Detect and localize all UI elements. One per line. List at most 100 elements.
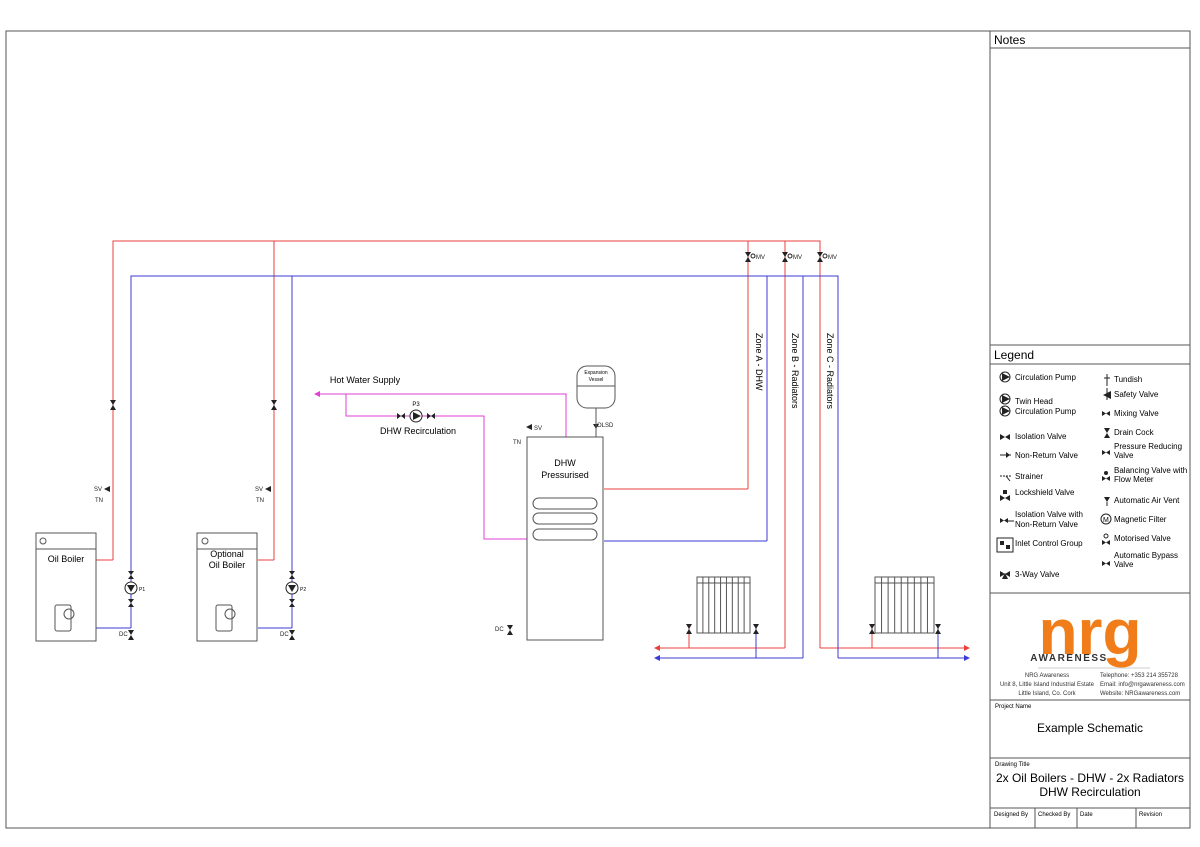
inlet-control-group-icon <box>996 537 1014 553</box>
svg-text:DC: DC <box>280 632 289 638</box>
svg-text:SV: SV <box>94 487 102 493</box>
svg-text:Telephone: +353 214 355728: Telephone: +353 214 355728 <box>1100 673 1179 679</box>
svg-text:Magnetic Filter: Magnetic Filter <box>1114 515 1167 524</box>
oil-boiler-1-label: Oil Boiler <box>48 554 85 564</box>
svg-text:MV: MV <box>793 255 802 261</box>
svg-text:MV: MV <box>756 255 765 261</box>
svg-text:Isolation Valve with: Isolation Valve with <box>1015 510 1083 519</box>
svg-text:Automatic Bypass: Automatic Bypass <box>1114 551 1178 560</box>
non-return-valve-icon <box>1000 452 1011 458</box>
svg-text:TN: TN <box>95 498 103 504</box>
dhw-cylinder-label-2: Pressurised <box>541 470 589 480</box>
svg-text:Isolation Valve: Isolation Valve <box>1015 432 1067 441</box>
svg-text:DC: DC <box>119 632 128 638</box>
svg-text:Valve: Valve <box>1114 451 1134 460</box>
drain-cocks: DC DC DC <box>119 625 513 640</box>
oil-boiler-1: Oil Boiler <box>35 532 97 642</box>
svg-text:TN: TN <box>513 440 521 446</box>
flow-arrow-right <box>964 645 970 651</box>
flow-arrow-left <box>654 645 660 651</box>
svg-text:Non-Return Valve: Non-Return Valve <box>1015 451 1079 460</box>
pressure-reducing-valve-icon <box>1102 450 1110 455</box>
svg-text:Website: NRGawareness.com: Website: NRGawareness.com <box>1100 691 1180 697</box>
notes-panel: Notes <box>990 33 1190 346</box>
svg-text:Inlet Control Group: Inlet Control Group <box>1015 539 1083 548</box>
svg-text:Circulation Pump: Circulation Pump <box>1015 407 1076 416</box>
notes-title: Notes <box>994 33 1025 47</box>
title-block: Project Name Example Schematic Drawing T… <box>990 704 1190 828</box>
motorised-valves: MV MV MV <box>745 252 837 262</box>
hot-water-supply-arrow <box>314 391 320 397</box>
legend-panel: Legend Circulation Pump Twin Head Circul… <box>990 348 1190 579</box>
svg-text:OLSD: OLSD <box>597 423 614 429</box>
svg-text:Checked By: Checked By <box>1038 812 1070 818</box>
project-name-label: Project Name <box>995 704 1032 710</box>
company-address: NRG Awareness Unit 8, Little Island Indu… <box>1000 673 1095 697</box>
drain-cock-icon <box>1104 428 1110 438</box>
legend-left-labels: Circulation Pump Twin Head Circulation P… <box>1015 373 1083 579</box>
signoff-row: Designed By Checked By Date Revision <box>994 812 1162 818</box>
svg-text:SV: SV <box>255 487 263 493</box>
svg-text:Safety Valve: Safety Valve <box>1114 390 1159 399</box>
svg-text:Email: info@nrgawareness.com: Email: info@nrgawareness.com <box>1100 682 1185 688</box>
strainer-icon <box>1000 475 1012 482</box>
return-arrow-left <box>654 655 660 661</box>
svg-text:Strainer: Strainer <box>1015 472 1043 481</box>
dhw-cylinder: DHW Pressurised <box>526 436 604 641</box>
drawing-title-line1: 2x Oil Boilers - DHW - 2x Radiators <box>996 771 1184 785</box>
company-contact: Telephone: +353 214 355728 Email: info@n… <box>1100 673 1185 697</box>
tundish-icon <box>1104 374 1110 386</box>
automatic-air-vent-icon <box>1104 497 1110 506</box>
svg-text:M: M <box>1103 517 1109 524</box>
drawing-title-line2: DHW Recirculation <box>1039 785 1140 799</box>
svg-text:Date: Date <box>1080 812 1093 818</box>
automatic-bypass-valve-icon <box>1102 561 1110 566</box>
svg-text:DC: DC <box>495 627 504 633</box>
svg-text:Twin Head: Twin Head <box>1015 397 1053 406</box>
drawing-title-label: Drawing Title <box>995 762 1030 768</box>
lockshield-valve-icon <box>1000 490 1010 501</box>
legend-title: Legend <box>994 348 1034 362</box>
svg-text:Flow Meter: Flow Meter <box>1114 475 1154 484</box>
mixing-valve-icon <box>1102 411 1110 416</box>
dhw-cylinder-label-1: DHW <box>554 458 576 468</box>
expansion-vessel: Expansion Vessel <box>576 365 616 409</box>
svg-text:Valve: Valve <box>1114 560 1134 569</box>
hot-water-supply-label: Hot Water Supply <box>330 375 401 385</box>
oil-boiler-2-label-2: Oil Boiler <box>209 560 246 570</box>
radiator-zone-c <box>874 576 935 634</box>
dhw-recirculation-label: DHW Recirculation <box>380 426 456 436</box>
expansion-vessel-label-2: Vessel <box>589 377 604 383</box>
svg-text:P1: P1 <box>139 587 145 593</box>
balancing-valve-icon <box>1102 471 1110 481</box>
motorised-valve-icon <box>1102 533 1110 545</box>
company-block: nrg AWARENESS NRG Awareness Unit 8, Litt… <box>990 592 1190 701</box>
svg-text:P3: P3 <box>412 402 420 408</box>
svg-text:TN: TN <box>256 498 264 504</box>
svg-text:NRG Awareness: NRG Awareness <box>1025 673 1069 679</box>
svg-text:P2: P2 <box>300 587 306 593</box>
zone-a-label: Zone A - DHW <box>754 333 764 391</box>
boiler-safety-valves: SV TN SV TN <box>94 400 277 504</box>
svg-text:Balancing Valve with: Balancing Valve with <box>1114 466 1187 475</box>
svg-text:Circulation Pump: Circulation Pump <box>1015 373 1076 382</box>
zone-b-label: Zone B - Radiators <box>790 333 800 409</box>
svg-text:Lockshield Valve: Lockshield Valve <box>1015 488 1075 497</box>
legend-right-labels: Tundish Safety Valve Mixing Valve Drain … <box>1114 375 1187 569</box>
isolation-non-return-valve-icon <box>1000 518 1014 523</box>
svg-text:SV: SV <box>534 426 542 432</box>
svg-text:Motorised Valve: Motorised Valve <box>1114 534 1171 543</box>
zone-c-label: Zone C - Radiators <box>825 333 835 410</box>
oil-boiler-2: Optional Oil Boiler <box>196 532 258 642</box>
pump-p1: P1 <box>124 581 145 595</box>
svg-text:Designed By: Designed By <box>994 812 1028 818</box>
svg-text:Tundish: Tundish <box>1114 375 1142 384</box>
svg-text:Unit 8, Little Island Industri: Unit 8, Little Island Industrial Estate <box>1000 682 1095 688</box>
oil-boiler-2-label-1: Optional <box>210 549 244 559</box>
schematic-sheet: Notes Legend Circulation Pump Twin Head … <box>5 30 1191 829</box>
svg-text:3-Way Valve: 3-Way Valve <box>1015 570 1060 579</box>
return-arrow-right <box>964 655 970 661</box>
svg-text:Pressure Reducing: Pressure Reducing <box>1114 442 1182 451</box>
company-logo-subtitle: AWARENESS <box>1030 653 1107 664</box>
isolation-valve-icon <box>1000 434 1010 440</box>
